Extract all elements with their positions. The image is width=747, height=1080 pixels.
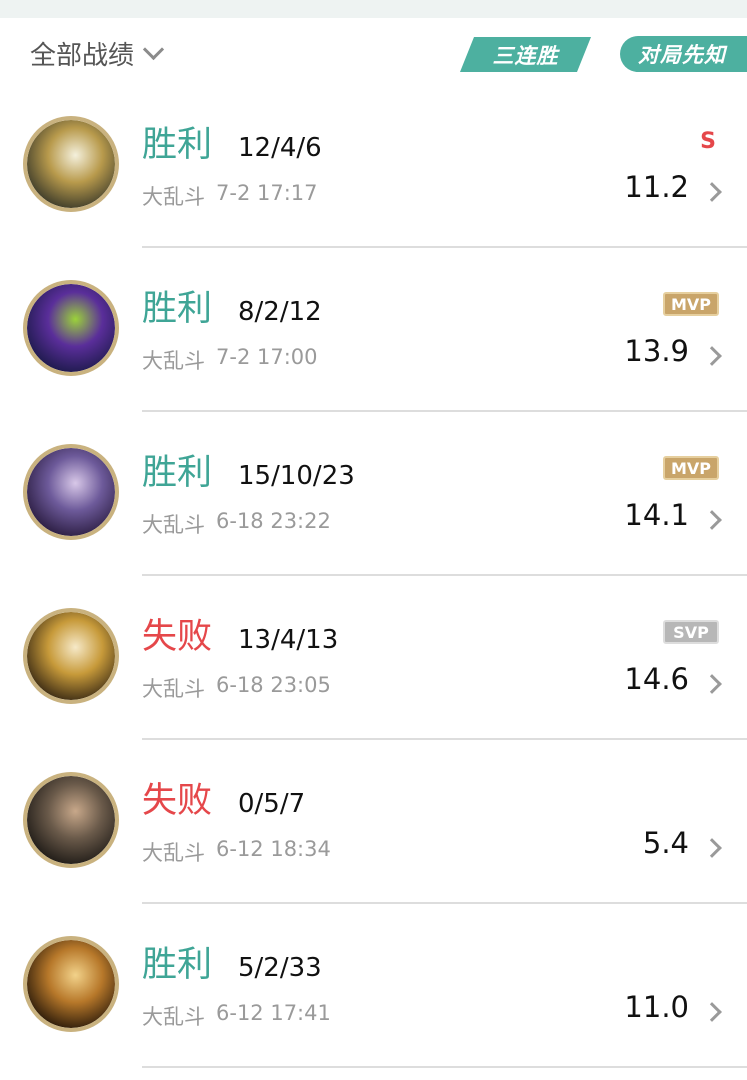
match-score: 14.6 bbox=[624, 662, 689, 696]
match-score: 11.0 bbox=[624, 990, 689, 1024]
filter-label: 全部战绩 bbox=[30, 40, 135, 71]
chevron-down-icon bbox=[142, 38, 165, 60]
row-divider bbox=[142, 1066, 747, 1068]
champion-avatar bbox=[23, 936, 119, 1032]
match-row[interactable]: 胜利 15/10/23 大乱斗 6-18 23:22 MVP 14.1 bbox=[0, 412, 747, 576]
champion-portrait-icon bbox=[27, 940, 115, 1028]
match-result: 胜利 bbox=[142, 125, 213, 165]
match-row[interactable]: 胜利 8/2/12 大乱斗 7-2 17:00 MVP 13.9 bbox=[0, 248, 747, 412]
champion-portrait-icon bbox=[27, 776, 115, 864]
kda-stat: 13/4/13 bbox=[238, 625, 339, 655]
match-time: 7-2 17:17 bbox=[216, 181, 318, 205]
match-result: 胜利 bbox=[142, 289, 213, 329]
match-score: 5.4 bbox=[642, 826, 689, 860]
chevron-right-icon[interactable] bbox=[702, 674, 722, 694]
match-result: 失败 bbox=[142, 781, 213, 821]
champion-portrait-icon bbox=[27, 284, 115, 372]
mvp-badge: MVP bbox=[663, 292, 719, 316]
chevron-right-icon[interactable] bbox=[702, 510, 722, 530]
match-time: 7-2 17:00 bbox=[216, 345, 318, 369]
match-meta: 大乱斗 6-18 23:05 bbox=[142, 673, 331, 703]
win-streak-tag[interactable]: 三连胜 bbox=[460, 37, 591, 72]
champion-portrait-icon bbox=[27, 612, 115, 700]
champion-portrait-icon bbox=[27, 448, 115, 536]
chevron-right-icon[interactable] bbox=[702, 1002, 722, 1022]
match-meta: 大乱斗 6-18 23:22 bbox=[142, 509, 331, 539]
match-time: 6-18 23:22 bbox=[216, 509, 331, 533]
match-row[interactable]: 胜利 12/4/6 大乱斗 7-2 17:17 S 11.2 bbox=[0, 84, 747, 248]
streak-badge: S bbox=[700, 128, 716, 154]
match-meta: 大乱斗 7-2 17:17 bbox=[142, 181, 318, 211]
champion-avatar bbox=[23, 280, 119, 376]
game-mode: 大乱斗 bbox=[142, 677, 205, 701]
chevron-right-icon[interactable] bbox=[702, 838, 722, 858]
game-mode: 大乱斗 bbox=[142, 1005, 205, 1029]
match-meta: 大乱斗 6-12 18:34 bbox=[142, 837, 331, 867]
match-score: 11.2 bbox=[624, 170, 689, 204]
match-result: 胜利 bbox=[142, 453, 213, 493]
match-row[interactable]: 失败 13/4/13 大乱斗 6-18 23:05 SVP 14.6 bbox=[0, 576, 747, 740]
win-streak-label: 三连胜 bbox=[492, 43, 559, 68]
match-meta: 大乱斗 7-2 17:00 bbox=[142, 345, 318, 375]
kda-stat: 8/2/12 bbox=[238, 297, 322, 327]
match-time: 6-12 18:34 bbox=[216, 837, 331, 861]
match-row[interactable]: 胜利 5/2/33 大乱斗 6-12 17:41 11.0 bbox=[0, 904, 747, 1068]
game-mode: 大乱斗 bbox=[142, 185, 205, 209]
kda-stat: 0/5/7 bbox=[238, 789, 306, 819]
record-header: 全部战绩 三连胜 对局先知 bbox=[0, 18, 747, 90]
kda-stat: 12/4/6 bbox=[238, 133, 322, 163]
match-list: 胜利 12/4/6 大乱斗 7-2 17:17 S 11.2 胜利 8/2/12 大乱斗 7-2 … bbox=[0, 84, 747, 1068]
mvp-badge: MVP bbox=[663, 456, 719, 480]
match-score: 14.1 bbox=[624, 498, 689, 532]
kda-stat: 5/2/33 bbox=[238, 953, 322, 983]
match-time: 6-12 17:41 bbox=[216, 1001, 331, 1025]
match-result: 失败 bbox=[142, 617, 213, 657]
match-preview-label: 对局先知 bbox=[638, 43, 726, 67]
kda-stat: 15/10/23 bbox=[238, 461, 355, 491]
top-strip bbox=[0, 0, 747, 18]
match-time: 6-18 23:05 bbox=[216, 673, 331, 697]
champion-avatar bbox=[23, 116, 119, 212]
game-mode: 大乱斗 bbox=[142, 841, 205, 865]
match-score: 13.9 bbox=[624, 334, 689, 368]
champion-portrait-icon bbox=[27, 120, 115, 208]
game-mode: 大乱斗 bbox=[142, 513, 205, 537]
match-result: 胜利 bbox=[142, 945, 213, 985]
match-meta: 大乱斗 6-12 17:41 bbox=[142, 1001, 331, 1031]
filter-dropdown[interactable]: 全部战绩 bbox=[30, 36, 165, 71]
champion-avatar bbox=[23, 608, 119, 704]
game-mode: 大乱斗 bbox=[142, 349, 205, 373]
champion-avatar bbox=[23, 444, 119, 540]
chevron-right-icon[interactable] bbox=[702, 346, 722, 366]
chevron-right-icon[interactable] bbox=[702, 182, 722, 202]
match-preview-tag[interactable]: 对局先知 bbox=[620, 36, 747, 72]
match-row[interactable]: 失败 0/5/7 大乱斗 6-12 18:34 5.4 bbox=[0, 740, 747, 904]
svp-badge: SVP bbox=[663, 620, 719, 644]
champion-avatar bbox=[23, 772, 119, 868]
